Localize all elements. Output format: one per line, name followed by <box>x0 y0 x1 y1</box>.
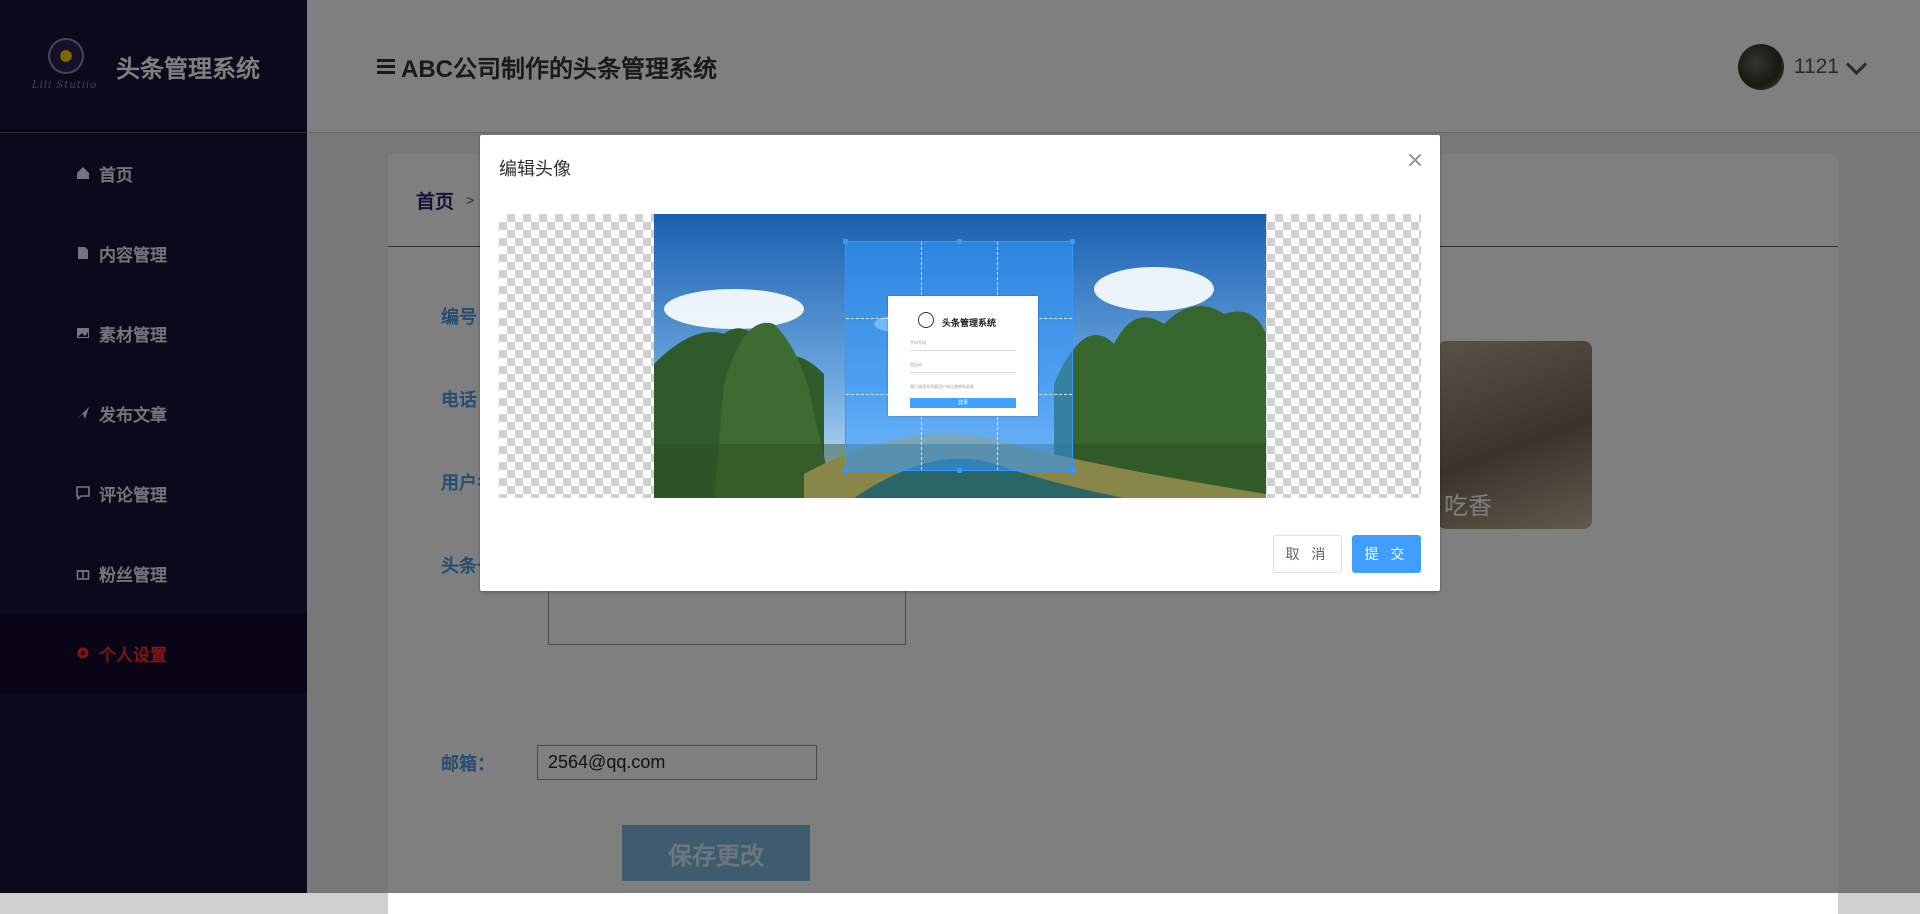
preview-title: 头条管理系统 <box>942 318 997 328</box>
preview-field1: 手机号码 <box>910 340 926 345</box>
crop-selection[interactable]: 头条管理系统 手机号码 验证码 我已阅读并同意用户协议和隐私条款 登录 <box>843 239 1075 473</box>
dialog-title: 编辑头像 <box>499 159 571 179</box>
preview-field2: 验证码 <box>910 362 922 367</box>
logo-icon <box>918 312 934 328</box>
resize-handle[interactable] <box>843 468 848 473</box>
submit-button[interactable]: 提 交 <box>1352 535 1421 573</box>
preview-agree: 我已阅读并同意用户协议和隐私条款 <box>910 384 974 389</box>
preview-login-card: 头条管理系统 手机号码 验证码 我已阅读并同意用户协议和隐私条款 登录 <box>888 296 1038 416</box>
edit-avatar-dialog: 编辑头像 头条管理系统 手机号码 验证码 我已阅读并同意用户协议和隐私条款 登录… <box>480 135 1440 591</box>
resize-handle[interactable] <box>957 239 962 244</box>
preview-login-button: 登录 <box>910 398 1016 408</box>
cancel-button[interactable]: 取 消 <box>1273 535 1342 573</box>
close-icon[interactable] <box>1408 153 1422 167</box>
image-cropper[interactable]: 头条管理系统 手机号码 验证码 我已阅读并同意用户协议和隐私条款 登录 <box>499 214 1421 498</box>
resize-handle[interactable] <box>1070 468 1075 473</box>
resize-handle[interactable] <box>843 239 848 244</box>
resize-handle[interactable] <box>1070 239 1075 244</box>
resize-handle[interactable] <box>957 468 962 473</box>
